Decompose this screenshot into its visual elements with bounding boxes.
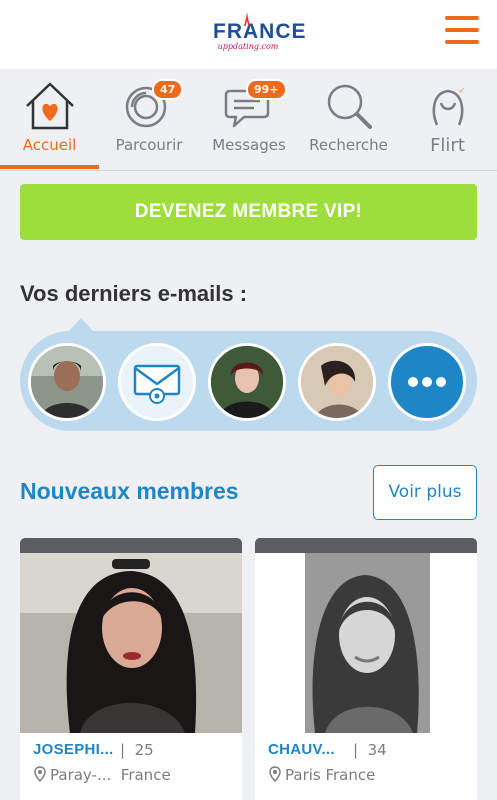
main-tab-bar: Accueil 47 Parcourir 99+ Messages Recher…: [0, 69, 497, 171]
member-photo: [20, 553, 242, 733]
email-avatar-2[interactable]: [208, 343, 286, 421]
location-pin-icon: [34, 766, 46, 782]
see-more-button[interactable]: Voir plus: [373, 465, 477, 520]
member-location: Paris France: [269, 766, 375, 784]
active-tab-indicator: [0, 165, 99, 169]
member-age: | 25: [120, 741, 154, 759]
house-heart-icon: [25, 82, 74, 130]
new-email-envelope[interactable]: [118, 343, 196, 421]
tab-flirt[interactable]: Flirt: [398, 69, 497, 169]
become-vip-button[interactable]: DEVENEZ MEMBRE VIP!: [20, 184, 477, 240]
recent-emails-title: Vos derniers e-mails :: [20, 281, 248, 306]
more-icon: [408, 377, 446, 387]
location-pin-icon: [269, 766, 281, 782]
tab-parcourir[interactable]: 47 Parcourir: [99, 69, 199, 169]
messages-badge: 99+: [246, 79, 287, 100]
eiffel-tower-icon: [244, 12, 250, 26]
email-avatar-3[interactable]: [298, 343, 376, 421]
more-emails-button[interactable]: [388, 343, 466, 421]
envelope-icon: [133, 364, 181, 404]
tab-accueil-label: Accueil: [22, 136, 77, 154]
tab-accueil[interactable]: Accueil: [0, 69, 99, 169]
flirt-figure-icon: [432, 87, 465, 126]
logo-sub-text: uppdating.com: [217, 42, 279, 51]
tab-recherche[interactable]: Recherche: [299, 69, 398, 169]
tab-flirt-label: Flirt: [430, 135, 465, 156]
tab-parcourir-label: Parcourir: [115, 136, 183, 154]
magnifier-icon: [327, 84, 372, 129]
tab-messages[interactable]: 99+ Messages: [199, 69, 299, 169]
email-avatar-1[interactable]: [28, 343, 106, 421]
member-name[interactable]: CHAUV...: [268, 741, 335, 758]
strip-pointer: [68, 318, 94, 332]
member-card[interactable]: CHAUV... | 34 Paris France: [255, 538, 477, 800]
member-name[interactable]: JOSEPHI...: [33, 741, 114, 758]
new-members-title: Nouveaux membres: [20, 478, 239, 504]
app-header: FRANCE uppdating.com: [0, 0, 497, 69]
france-uppdating-logo[interactable]: FRANCE uppdating.com: [213, 12, 306, 58]
tab-messages-label: Messages: [212, 136, 286, 154]
tab-recherche-label: Recherche: [309, 136, 388, 154]
menu-icon[interactable]: [445, 16, 479, 46]
member-location: Paray-... France: [34, 766, 171, 784]
member-photo: [255, 553, 477, 733]
parcourir-badge: 47: [152, 79, 184, 100]
member-card[interactable]: JOSEPHI... | 25 Paray-... France: [20, 538, 242, 800]
member-age: | 34: [353, 741, 387, 759]
